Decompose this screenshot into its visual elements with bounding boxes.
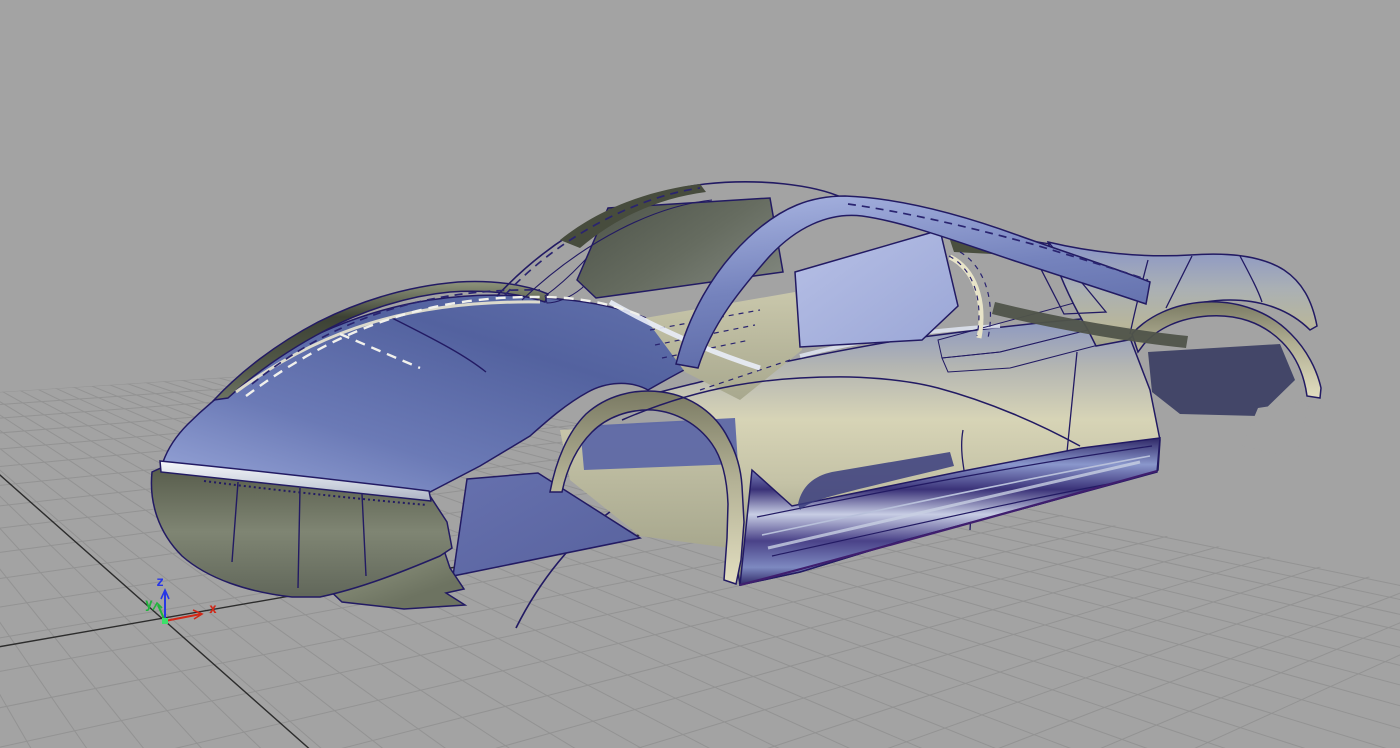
viewport-canvas: z x y [0, 0, 1400, 748]
origin-marker [162, 618, 168, 624]
y-axis-label: y [145, 597, 153, 612]
z-axis-label: z [156, 575, 164, 590]
3d-viewport[interactable]: z x y [0, 0, 1400, 748]
x-axis-label: x [209, 602, 217, 617]
